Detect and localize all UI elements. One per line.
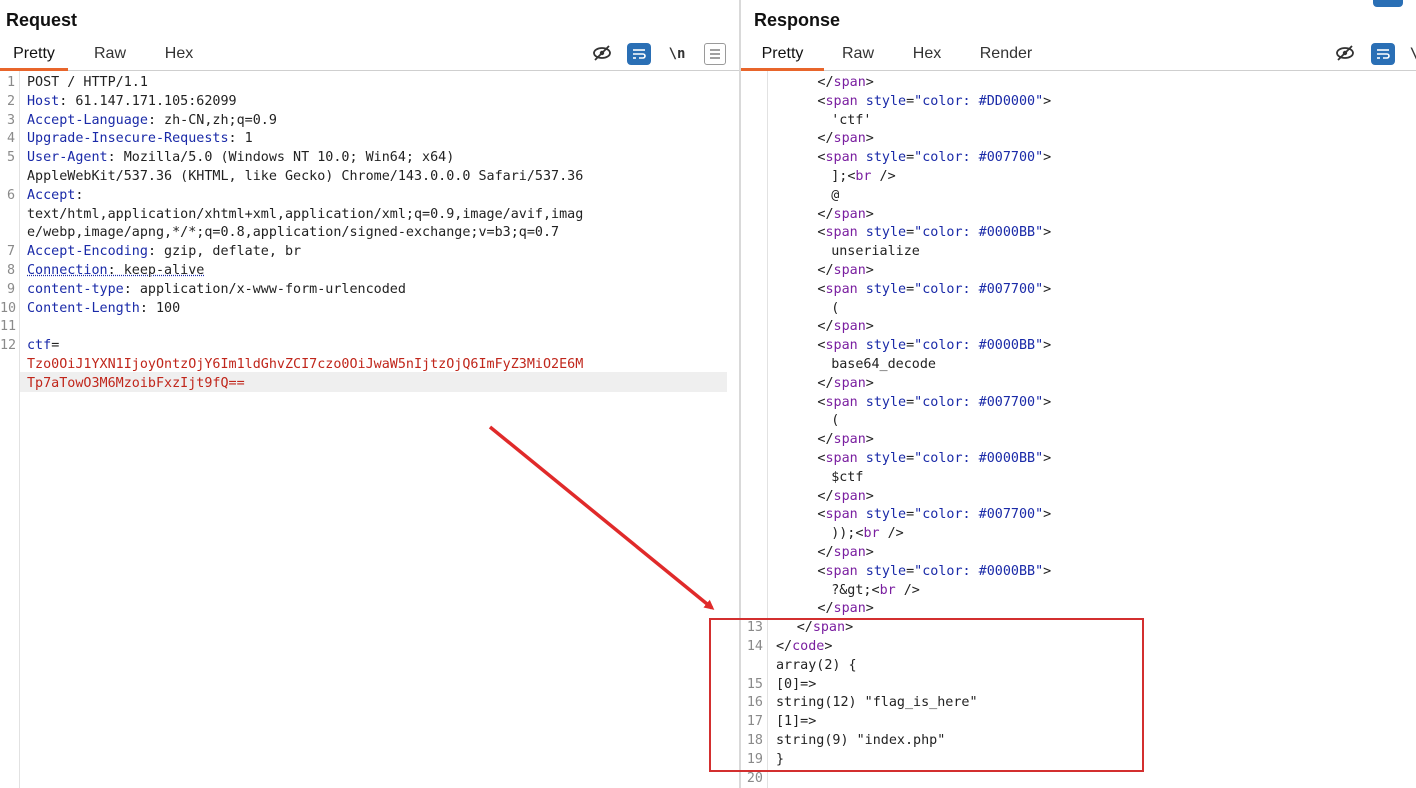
annotation-arrow: [488, 425, 715, 610]
